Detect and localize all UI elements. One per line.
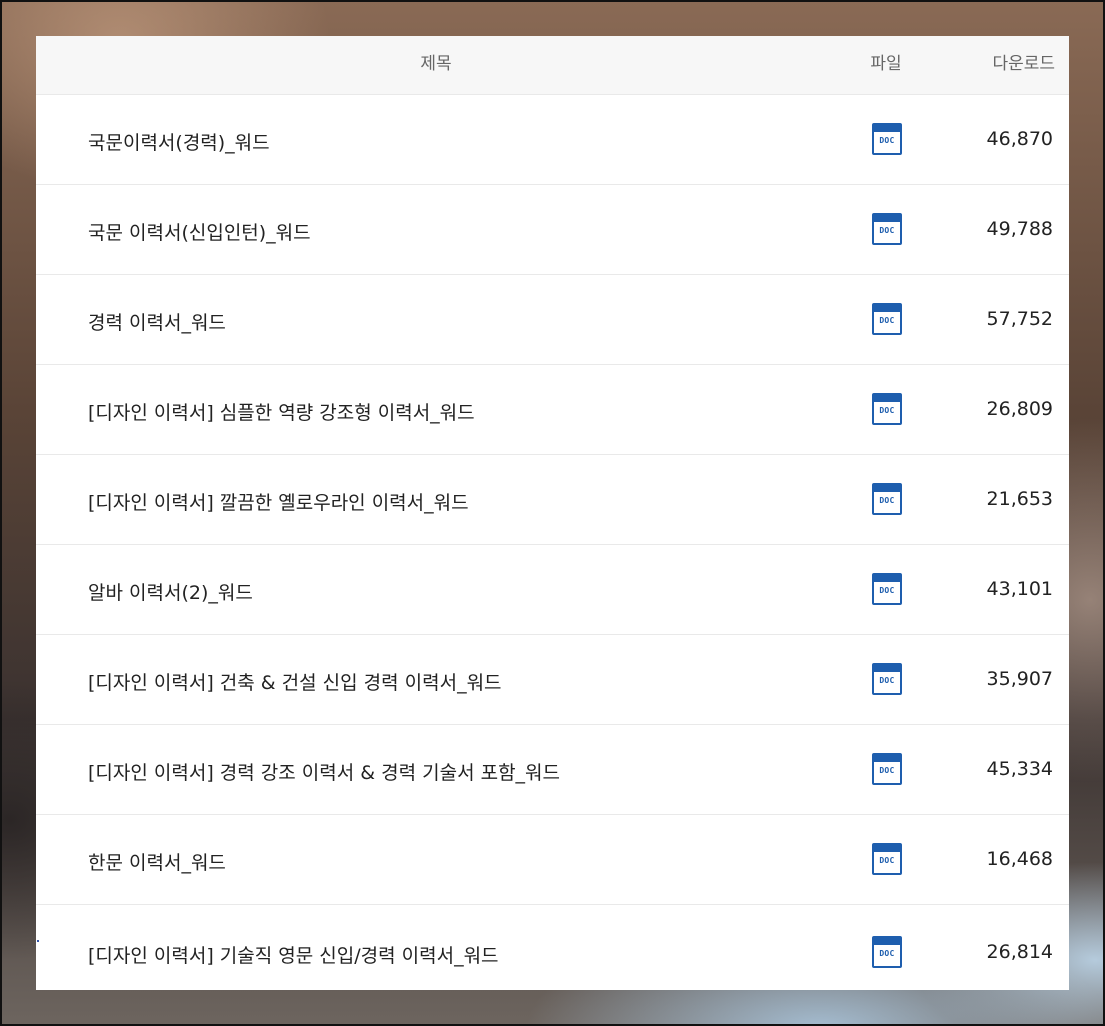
header-file: 파일 — [870, 54, 902, 74]
doc-file-icon[interactable]: DOC — [872, 573, 902, 605]
download-count: 26,809 — [986, 398, 1053, 420]
table-row: [디자인 이력서] 심플한 역량 강조형 이력서_워드 DOC 26,809 — [36, 364, 1069, 454]
resume-title-link[interactable]: [디자인 이력서] 경력 강조 이력서 & 경력 기술서 포함_워드 — [88, 758, 560, 785]
resume-title-link[interactable]: 한문 이력서_워드 — [88, 848, 226, 875]
download-count: 21,653 — [986, 488, 1053, 510]
resume-title-link[interactable]: [디자인 이력서] 기술직 영문 신입/경력 이력서_워드 — [88, 941, 499, 968]
download-count: 45,334 — [986, 758, 1053, 780]
table-row: 국문이력서(경력)_워드 DOC 46,870 — [36, 94, 1069, 184]
table-row: [디자인 이력서] 건축 & 건설 신입 경력 이력서_워드 DOC 35,90… — [36, 634, 1069, 724]
resume-title-link[interactable]: 경력 이력서_워드 — [88, 308, 226, 335]
download-count: 57,752 — [986, 308, 1053, 330]
doc-file-icon[interactable]: DOC — [872, 663, 902, 695]
download-count: 26,814 — [986, 941, 1053, 963]
table-row: [디자인 이력서] 기술직 영문 신입/경력 이력서_워드 DOC 26,814 — [36, 904, 1069, 990]
doc-file-icon[interactable]: DOC — [872, 213, 902, 245]
doc-file-icon[interactable]: DOC — [872, 753, 902, 785]
doc-file-icon[interactable]: DOC — [872, 936, 902, 968]
table-row: [디자인 이력서] 경력 강조 이력서 & 경력 기술서 포함_워드 DOC 4… — [36, 724, 1069, 814]
doc-file-icon[interactable]: DOC — [872, 393, 902, 425]
table-row: [디자인 이력서] 깔끔한 옐로우라인 이력서_워드 DOC 21,653 — [36, 454, 1069, 544]
resume-title-link[interactable]: [디자인 이력서] 심플한 역량 강조형 이력서_워드 — [88, 398, 475, 425]
resume-title-link[interactable]: 알바 이력서(2)_워드 — [88, 578, 253, 605]
resume-title-link[interactable]: 국문 이력서(신입인턴)_워드 — [88, 218, 311, 245]
table-row: 알바 이력서(2)_워드 DOC 43,101 — [36, 544, 1069, 634]
doc-file-icon[interactable]: DOC — [872, 483, 902, 515]
resume-title-link[interactable]: 국문이력서(경력)_워드 — [88, 128, 270, 155]
table-row: 국문 이력서(신입인턴)_워드 DOC 49,788 — [36, 184, 1069, 274]
doc-file-icon[interactable]: DOC — [872, 843, 902, 875]
resume-table: 제목 파일 다운로드 국문이력서(경력)_워드 DOC 46,870 국문 이력… — [36, 36, 1069, 990]
doc-file-icon[interactable]: DOC — [872, 123, 902, 155]
download-count: 35,907 — [986, 668, 1053, 690]
table-row: 경력 이력서_워드 DOC 57,752 — [36, 274, 1069, 364]
header-downloads: 다운로드 — [992, 54, 1055, 74]
download-count: 49,788 — [986, 218, 1053, 240]
resume-title-link[interactable]: [디자인 이력서] 건축 & 건설 신입 경력 이력서_워드 — [88, 668, 502, 695]
table-header: 제목 파일 다운로드 — [36, 36, 1069, 94]
doc-file-icon[interactable]: DOC — [872, 303, 902, 335]
table-row: 한문 이력서_워드 DOC 16,468 — [36, 814, 1069, 904]
download-count: 16,468 — [986, 848, 1053, 870]
download-count: 46,870 — [986, 128, 1053, 150]
stray-dot — [37, 940, 39, 942]
header-title: 제목 — [420, 54, 452, 74]
download-count: 43,101 — [986, 578, 1053, 600]
resume-title-link[interactable]: [디자인 이력서] 깔끔한 옐로우라인 이력서_워드 — [88, 488, 469, 515]
